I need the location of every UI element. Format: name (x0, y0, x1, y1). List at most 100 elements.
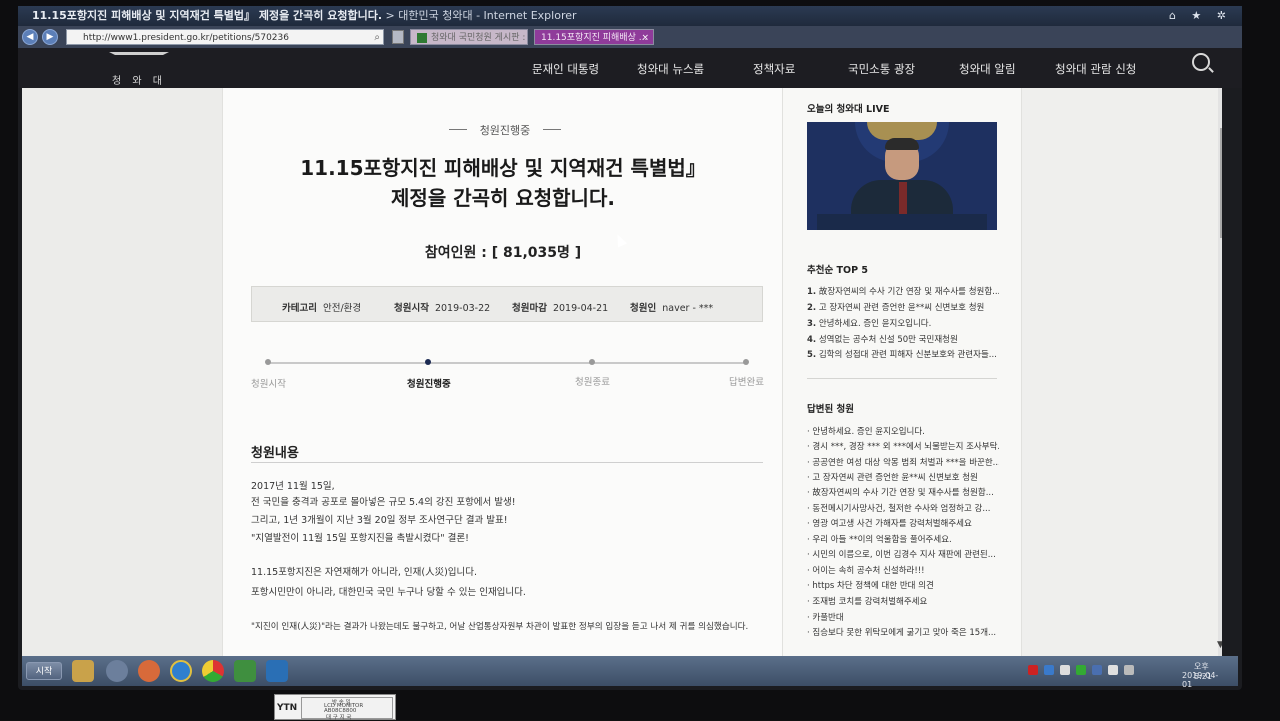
top5-item[interactable]: 4. 성역없는 공수처 신설 50만 국민재청원 (807, 333, 999, 345)
top5-heading: 추천순 TOP 5 (807, 265, 868, 276)
app-icon[interactable] (234, 660, 256, 682)
search-icon[interactable] (1192, 53, 1210, 71)
menu-newsroom[interactable]: 청와대 뉴스룸 (637, 61, 704, 77)
tray-icon[interactable] (1044, 665, 1054, 675)
tab-current-petition[interactable]: 11.15포항지진 피해배상 ... × (534, 29, 654, 45)
live-heading: 오늘의 청와대 LIVE (807, 104, 890, 115)
rank: 4. (807, 335, 817, 345)
url-input[interactable]: http://www1.president.go.kr/petitions/57… (66, 29, 384, 45)
close-icon[interactable]: × (641, 30, 649, 44)
top5-title: 김학의 성접대 관련 피해자 신분보호와 관련자들... (818, 350, 997, 360)
info-value: 2019-03-22 (434, 303, 491, 314)
petition-status: 청원진행중 (449, 122, 561, 138)
participant-count: 참여인원 : [ 81,035명 ] (424, 245, 582, 261)
scrollbar-thumb[interactable] (1220, 128, 1222, 238)
chrome-icon[interactable] (202, 660, 224, 682)
step-dot (265, 359, 271, 365)
info-value: 안전/환경 (322, 303, 362, 314)
tray-icon[interactable] (1076, 665, 1086, 675)
info-label: 카테고리 (282, 303, 317, 314)
top5-item[interactable]: 1. 故장자연씨의 수사 기간 연장 및 재수사를 청원합... (807, 285, 999, 297)
forward-button[interactable]: ▶ (42, 29, 58, 45)
answered-item[interactable]: · 어이는 속히 공수처 신설하라!!! (807, 564, 999, 576)
petition-body-heading: 청원내용 (251, 446, 299, 461)
answered-item[interactable]: · 조재범 코치를 강력처벌해주세요 (807, 595, 999, 607)
clock-date[interactable]: 2019-04-01 (1182, 671, 1228, 689)
rank: 1. (807, 287, 817, 297)
internet-explorer-icon[interactable] (170, 660, 192, 682)
menu-president[interactable]: 문재인 대통령 (532, 61, 599, 77)
answered-item[interactable]: · 짐승보다 못한 위탁모에게 굶기고 맞아 죽은 15개... (807, 626, 999, 638)
answered-item[interactable]: · 안녕하세요. 증인 윤지오입니다. (807, 425, 999, 437)
answered-item[interactable]: · 동전메시기사망사건, 철저한 수사와 엄정하고 강... (807, 502, 999, 514)
info-value: naver - *** (662, 303, 714, 314)
answered-item[interactable]: · 카풀반대 (807, 611, 999, 623)
petition-content: 청원진행중 11.15포항지진 피해배상 및 지역재건 특별법』 제정을 간곡히… (222, 88, 782, 656)
body-line: 전 국민을 충격과 공포로 몰아넣은 규모 5.4의 강진 포항에서 발생! (251, 497, 516, 508)
info-category: 카테고리 안전/환경 (282, 300, 361, 314)
menu-tour[interactable]: 청와대 관람 신청 (1055, 61, 1136, 77)
scroll-down-icon[interactable]: ▼ (1217, 640, 1222, 650)
body-line: 2017년 11월 15일, (251, 481, 335, 492)
network-icon[interactable] (1108, 665, 1118, 675)
petition-title-line2: 제정을 간곡히 요청합니다. (391, 186, 615, 210)
top5-title: 안녕하세요. 증인 윤지오입니다. (818, 319, 932, 329)
new-tab-button[interactable] (392, 30, 404, 44)
broadcast-caption: YTN 방 송 일 LCD MONITOR AB08C8800 대 구 지 국 (274, 694, 396, 721)
live-video-thumbnail[interactable] (807, 122, 997, 230)
system-tray: 오후 5:21 2019-04-01 (998, 660, 1228, 689)
answered-item[interactable]: · 고 장자연씨 관련 증언한 윤**씨 신변보호 청원 (807, 471, 999, 483)
info-label: 청원마감 (512, 303, 547, 314)
step-closed: 청원종료 (575, 377, 610, 388)
site-favicon-icon (417, 32, 427, 43)
start-button[interactable]: 시작 (26, 662, 62, 680)
blue-house-roof-icon (109, 52, 169, 62)
answered-item[interactable]: · 시민의 이름으로, 이번 김경수 지사 재판에 관련된... (807, 548, 999, 560)
menu-notices[interactable]: 청와대 알림 (959, 61, 1016, 77)
top5-item[interactable]: 5. 김학의 성접대 관련 피해자 신분보호와 관련자들... (807, 348, 999, 360)
answered-item[interactable]: · 우리 아들 **이의 억울함을 풀어주세요. (807, 533, 999, 545)
body-line: 그리고, 1년 3개월이 지난 3월 20일 정부 조사연구단 결과 발표! (251, 515, 508, 526)
logo[interactable]: 청 와 대 (104, 52, 174, 87)
search-icon[interactable]: ⌕ (374, 30, 380, 46)
file-explorer-icon[interactable] (72, 660, 94, 682)
step-dot (589, 359, 595, 365)
window-controls[interactable]: ⌂ ★ ✲ (1169, 6, 1232, 26)
speaker-hair (885, 138, 919, 150)
app-a-icon[interactable] (266, 660, 288, 682)
rank: 3. (807, 319, 817, 329)
answered-item[interactable]: · 공공연한 여성 대상 악몽 범죄 처벌과 ***을 바꾼한... (807, 456, 999, 468)
antivirus-icon[interactable] (1028, 665, 1038, 675)
body-line: 11.15포항지진은 자연재해가 아니라, 인재(人災)입니다. (251, 567, 478, 578)
step-start: 청원시작 (251, 379, 286, 390)
window-title-bar: 11.15포항지진 피해배상 및 지역재건 특별법』 제정을 간곡히 요청합니다… (18, 6, 1242, 26)
info-label: 청원인 (630, 303, 657, 314)
body-line: "지진이 인재(人災)"라는 결과가 나왔는데도 불구하고, 어날 산업통상자원… (251, 622, 749, 632)
top5-title: 고 장자연씨 관련 증언한 윤**씨 신변보호 청원 (818, 303, 985, 313)
network-icon[interactable] (106, 660, 128, 682)
body-line: 포항시민만이 아니라, 대한민국 국민 누구나 당할 수 있는 인재입니다. (251, 587, 526, 598)
tray-icon[interactable] (1060, 665, 1070, 675)
top5-title: 故장자연씨의 수사 기간 연장 및 재수사를 청원합... (818, 287, 999, 297)
tab-petition-board[interactable]: 청와대 국민청원 게시판 : 내... (410, 29, 528, 45)
step-dot-current (425, 359, 431, 365)
rank: 2. (807, 303, 817, 313)
sidebar: 오늘의 청와대 LIVE 추천순 TOP 5 1. 故장자연씨의 수사 기간 연… (782, 88, 1022, 656)
right-margin (1022, 88, 1222, 656)
answered-item[interactable]: · 영광 여고생 사건 가해자를 강력처벌해주세요 (807, 517, 999, 529)
top5-item[interactable]: 3. 안녕하세요. 증인 윤지오입니다. (807, 317, 999, 329)
menu-policy[interactable]: 정책자료 (753, 61, 795, 77)
media-player-icon[interactable] (138, 660, 160, 682)
top5-item[interactable]: 2. 고 장자연씨 관련 증언한 윤**씨 신변보호 청원 (807, 301, 999, 313)
menu-public-square[interactable]: 국민소통 광장 (848, 61, 915, 77)
taskbar: 시작 오후 5:21 2019-04-01 (22, 656, 1238, 689)
info-label: 청원시작 (394, 303, 429, 314)
volume-icon[interactable] (1124, 665, 1134, 675)
answered-item[interactable]: · 故장자연씨의 수사 기간 연장 및 재수사를 청원합... (807, 486, 999, 498)
step-dot (743, 359, 749, 365)
answered-item[interactable]: · 경시 ***, 경장 *** 외 ***에서 뇌물받는지 조사부탁... (807, 440, 999, 452)
url-text: http://www1.president.go.kr/petitions/57… (83, 33, 289, 43)
back-button[interactable]: ◀ (22, 29, 38, 45)
tray-icon[interactable] (1092, 665, 1102, 675)
answered-item[interactable]: · https 차단 정책에 대한 반대 의견 (807, 579, 999, 591)
